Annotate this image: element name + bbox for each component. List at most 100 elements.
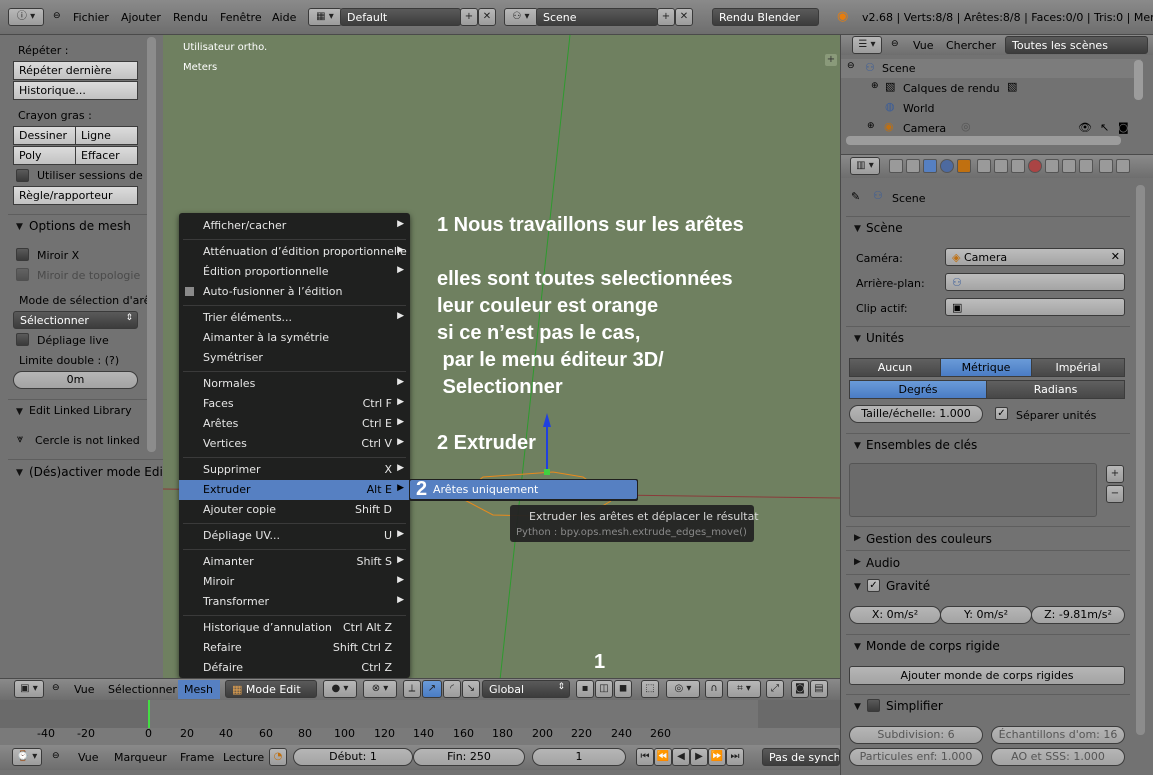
properties-scrollbar[interactable] <box>1136 185 1145 735</box>
layout-close-icon[interactable]: ✕ <box>478 8 496 26</box>
ao-sss-field[interactable]: AO et SSS: 1.000 <box>991 748 1125 766</box>
active-clip-field[interactable]: ▣ <box>945 298 1125 316</box>
gravity-x-field[interactable]: X: 0m/s² <box>849 606 941 624</box>
select-arrow-icon[interactable]: ↖ <box>1100 121 1109 134</box>
play-reverse-icon[interactable]: ◀ <box>672 748 690 766</box>
menu-item-undo-history[interactable]: Historique d’annulation Ctrl Alt Z <box>179 618 410 638</box>
scene-section-header[interactable]: ▼ Scène <box>846 216 1130 238</box>
outliner-menu-search[interactable]: Chercher <box>946 39 996 52</box>
collapse-icon[interactable]: ⊖ <box>52 683 60 693</box>
menu-item-duplicate[interactable]: Ajouter copie Shift D <box>179 500 410 520</box>
outliner-row-world[interactable]: ◍ World <box>841 99 1141 118</box>
preview-range-icon[interactable]: ◔ <box>269 748 287 766</box>
menu-view[interactable]: Vue <box>74 683 95 696</box>
edge-tab-icon[interactable] <box>1116 159 1130 173</box>
texture-tab-icon[interactable] <box>1045 159 1059 173</box>
play-icon[interactable]: ▶ <box>690 748 708 766</box>
menu-help[interactable]: Aide <box>272 11 296 24</box>
pivot-icon[interactable]: ⊗ ▾ <box>363 680 397 698</box>
scale-icon[interactable]: ↘ <box>462 680 480 698</box>
scene-select[interactable]: Scene <box>536 8 658 26</box>
outliner-row-render-layers[interactable]: ⊕ ▧ Calques de rendu ▧ <box>841 79 1141 98</box>
menu-item-redo[interactable]: Refaire Shift Ctrl Z <box>179 638 410 658</box>
collapse-icon[interactable]: ⊖ <box>52 751 60 761</box>
keying-section-header[interactable]: ▼ Ensembles de clés <box>846 433 1130 455</box>
world-tab-icon[interactable] <box>940 159 954 173</box>
keying-remove-icon[interactable]: − <box>1106 485 1124 503</box>
clear-icon[interactable]: ✕ <box>1111 250 1120 263</box>
keying-sets-list[interactable] <box>849 463 1097 517</box>
data-tab-icon[interactable] <box>1011 159 1025 173</box>
topology-mirror-checkbox[interactable] <box>16 268 29 281</box>
visibility-eye-icon[interactable]: 👁 <box>1078 121 1092 134</box>
manipulator-icon[interactable]: ⟂ <box>403 680 421 698</box>
gravity-checkbox[interactable]: ✓ <box>867 579 880 592</box>
menu-item-mirror[interactable]: Miroir ▶ <box>179 572 410 592</box>
menu-item-faces[interactable]: Faces Ctrl F ▶ <box>179 394 410 414</box>
outliner-filter-dropdown[interactable]: Toutes les scènes <box>1005 36 1148 54</box>
menu-item-delete[interactable]: Supprimer X ▶ <box>179 460 410 480</box>
outliner-editor-icon[interactable]: ☰ ▾ <box>852 36 882 54</box>
subdivision-field[interactable]: Subdivision: 6 <box>849 726 983 744</box>
menu-select[interactable]: Sélectionner <box>108 683 177 696</box>
menu-item-snap[interactable]: Aimanter Shift S ▶ <box>179 552 410 572</box>
menu-item-proportional-editing[interactable]: Édition proportionnelle ▶ <box>179 262 410 282</box>
audio-header[interactable]: ▶ Audio <box>846 550 1130 572</box>
modifiers-tab-icon[interactable] <box>994 159 1008 173</box>
render-engine-select[interactable]: Rendu Blender <box>712 8 819 26</box>
collapse-icon[interactable]: ⊖ <box>891 39 899 49</box>
scene-close-icon[interactable]: ✕ <box>675 8 693 26</box>
vertex-select-icon[interactable]: ▪ <box>576 680 594 698</box>
keying-add-icon[interactable]: + <box>1106 465 1124 483</box>
edit-linked-header[interactable]: ▼ Edit Linked Library <box>8 399 148 421</box>
menu-item-show-hide[interactable]: Afficher/cacher ▶ <box>179 216 410 236</box>
menu-item-snap-symmetry[interactable]: Aimanter à la symétrie <box>179 328 410 348</box>
menu-add[interactable]: Ajouter <box>121 11 161 24</box>
menu-window[interactable]: Fenêtre <box>220 11 262 24</box>
end-frame-field[interactable]: Fin: 250 <box>413 748 525 766</box>
layout-add-icon[interactable]: + <box>460 8 478 26</box>
start-frame-field[interactable]: Début: 1 <box>293 748 413 766</box>
menu-item-auto-merge[interactable]: Auto-fusionner à l’édition <box>179 282 410 302</box>
submenu-item-edges-only[interactable]: Arêtes uniquement <box>410 480 637 499</box>
translate-icon[interactable]: ↗ <box>422 680 442 698</box>
gravity-header[interactable]: ▼ ✓ Gravité <box>846 574 1130 596</box>
poly-button[interactable]: Poly <box>13 146 76 165</box>
render-camera-icon[interactable]: ◙ <box>791 680 809 698</box>
current-frame-field[interactable]: 1 <box>532 748 626 766</box>
gravity-z-field[interactable]: Z: -9.81m/s² <box>1031 606 1125 624</box>
jump-end-icon[interactable]: ⏭ <box>726 748 744 766</box>
collapse-icon[interactable]: ⊖ <box>53 11 61 21</box>
mode-dropdown[interactable]: ▦ Mode Edit <box>225 680 317 698</box>
snap-magnet-icon[interactable]: ∩ <box>705 680 723 698</box>
repeat-last-button[interactable]: Répéter dernière <box>13 61 138 80</box>
erase-button[interactable]: Effacer <box>75 146 138 165</box>
menu-item-edges[interactable]: Arêtes Ctrl E ▶ <box>179 414 410 434</box>
gravity-y-field[interactable]: Y: 0m/s² <box>940 606 1032 624</box>
shading-icon[interactable]: ● ▾ <box>323 680 357 698</box>
render-visibility-icon[interactable]: ◙ <box>1118 121 1129 134</box>
menu-item-uv-unwrap[interactable]: Dépliage UV... U ▶ <box>179 526 410 546</box>
layout-select[interactable]: Default <box>340 8 461 26</box>
mesh-options-header[interactable]: ▼ Options de mesh <box>8 214 148 236</box>
menu-mesh[interactable]: Mesh <box>178 680 220 699</box>
rigid-body-header[interactable]: ▼ Monde de corps rigide <box>846 634 1130 656</box>
color-mgmt-header[interactable]: ▶ Gestion des couleurs <box>846 526 1130 548</box>
render-layers-tab-icon[interactable] <box>906 159 920 173</box>
outliner-menu-view[interactable]: Vue <box>913 39 934 52</box>
menu-item-normals[interactable]: Normales ▶ <box>179 374 410 394</box>
live-unwrap-checkbox[interactable] <box>16 333 29 346</box>
toggle-edit-header[interactable]: ▼ (Dés)activer mode Edit <box>8 459 168 481</box>
info-editor-icon[interactable]: ⓘ ▾ <box>8 8 44 26</box>
timeline-menu-playback[interactable]: Lecture <box>223 751 264 764</box>
separate-units-checkbox[interactable]: ✓ <box>995 407 1008 420</box>
timeline-menu-marker[interactable]: Marqueur <box>114 751 167 764</box>
timeline-menu-frame[interactable]: Frame <box>180 751 214 764</box>
physics-tab-icon[interactable] <box>1079 159 1093 173</box>
degrees-tab[interactable]: Degrés <box>849 380 987 399</box>
units-section-header[interactable]: ▼ Unités <box>846 326 1130 348</box>
menu-file[interactable]: Fichier <box>73 11 109 24</box>
menu-item-proportional-falloff[interactable]: Atténuation d’édition proportionnelle ▶ <box>179 242 410 262</box>
unit-imperial-tab[interactable]: Impérial <box>1031 358 1125 377</box>
render-anim-icon[interactable]: ▤ <box>810 680 828 698</box>
